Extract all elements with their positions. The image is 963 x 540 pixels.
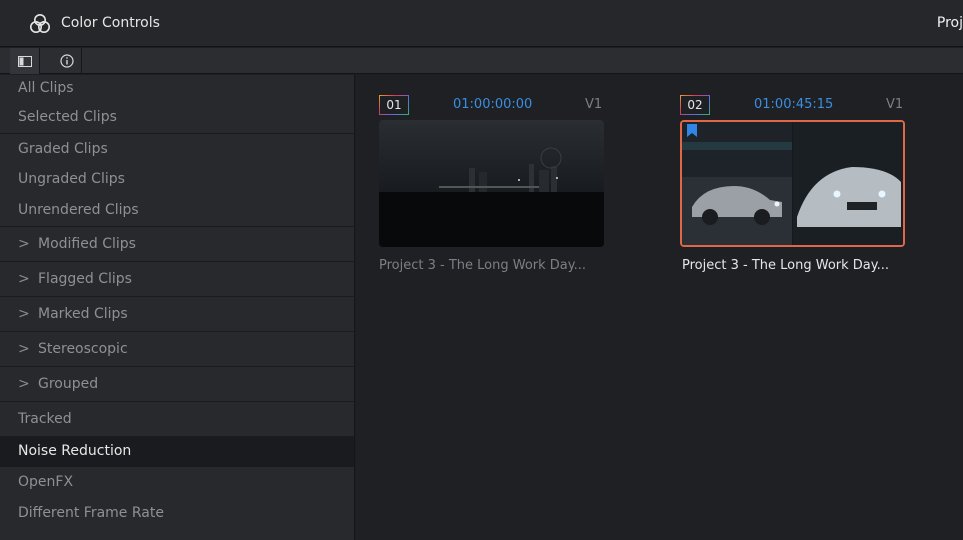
clip-timecode: 01:00:45:15: [754, 97, 834, 112]
clip-track: V1: [886, 97, 904, 112]
sidebar-item-unrendered-clips[interactable]: Unrendered Clips: [0, 195, 354, 226]
project-title: Proj: [936, 15, 963, 31]
panel-title: Color Controls: [61, 15, 160, 31]
sidebar-item-label: Graded Clips: [18, 141, 108, 157]
sidebar-item-graded-clips[interactable]: Graded Clips: [0, 133, 354, 164]
sidebar-item-label: Ungraded Clips: [18, 171, 125, 187]
color-controls-icon: [30, 14, 50, 33]
info-icon: [59, 54, 74, 68]
clip-thumbnail-card[interactable]: 02 01:00:45:15 V1 Project 3 - The Long W…: [680, 95, 920, 285]
sidebar-item-modified-clips[interactable]: > Modified Clips: [0, 226, 354, 261]
clip-thumbnail-card[interactable]: 01 01:00:00:00 V1 Project 3 - The Long W…: [379, 95, 619, 285]
sidebar-item-different-frame-rate[interactable]: Different Frame Rate: [0, 498, 354, 529]
clip-number-badge: 02: [680, 95, 710, 115]
clip-thumbnail-image[interactable]: [680, 120, 905, 247]
chevron-right-icon[interactable]: >: [18, 367, 38, 402]
sidebar-item-label: Tracked: [18, 411, 72, 427]
sidebar-item-label: Grouped: [38, 376, 99, 392]
sidebar-item-label: Noise Reduction: [18, 443, 132, 459]
sidebar-item-selected-clips[interactable]: Selected Clips: [0, 102, 354, 133]
sidebar-item-noise-reduction[interactable]: Noise Reduction: [0, 436, 354, 467]
sidebar-item-all-clips[interactable]: All Clips: [0, 75, 354, 102]
clip-track: V1: [585, 97, 603, 112]
chevron-right-icon[interactable]: >: [18, 262, 38, 297]
flag-icon: [687, 124, 697, 137]
sidebar-item-label: Modified Clips: [38, 236, 136, 252]
clip-number-badge: 01: [379, 95, 409, 115]
toolbar: [0, 48, 963, 74]
sidebar-item-label: Selected Clips: [18, 109, 117, 125]
info-button[interactable]: [52, 48, 82, 74]
sidebar-item-label: OpenFX: [18, 474, 74, 490]
night-skyline-thumbnail: [379, 120, 604, 247]
sidebar-item-label: Stereoscopic: [38, 341, 128, 357]
clip-name: Project 3 - The Long Work Day...: [682, 258, 890, 273]
sidebar-item-label: Different Frame Rate: [18, 505, 164, 521]
sidebar-item-marked-clips[interactable]: > Marked Clips: [0, 296, 354, 331]
clip-thumbnail-image[interactable]: [379, 120, 604, 247]
sidebar-item-stereoscopic[interactable]: > Stereoscopic: [0, 331, 354, 366]
clip-name: Project 3 - The Long Work Day...: [379, 258, 587, 273]
sidebar-item-grouped[interactable]: > Grouped: [0, 366, 354, 401]
chevron-right-icon[interactable]: >: [18, 227, 38, 262]
sidebar-item-openfx[interactable]: OpenFX: [0, 467, 354, 498]
chevron-right-icon[interactable]: >: [18, 297, 38, 332]
sidebar-item-label: Flagged Clips: [38, 271, 132, 287]
sidebar-item-label: Marked Clips: [38, 306, 128, 322]
sidebar-item-ungraded-clips[interactable]: Ungraded Clips: [0, 164, 354, 195]
chevron-right-icon[interactable]: >: [18, 332, 38, 367]
sidebar-toggle-button[interactable]: [10, 48, 40, 74]
sidebar-item-tracked[interactable]: Tracked: [0, 401, 354, 436]
car-split-thumbnail: [682, 122, 903, 245]
sidebar-item-label: All Clips: [18, 80, 74, 96]
smart-filter-sidebar: All Clips Selected Clips Graded Clips Ungra…: [0, 75, 355, 540]
clip-browser: 01 01:00:00:00 V1 Project 3 - The Long W…: [356, 75, 963, 540]
sidebar-item-flagged-clips[interactable]: > Flagged Clips: [0, 261, 354, 296]
clip-timecode: 01:00:00:00: [453, 97, 533, 112]
sidebar-panel-icon: [17, 55, 32, 67]
title-bar: Color Controls Proj: [0, 0, 963, 47]
sidebar-item-label: Unrendered Clips: [18, 202, 139, 218]
